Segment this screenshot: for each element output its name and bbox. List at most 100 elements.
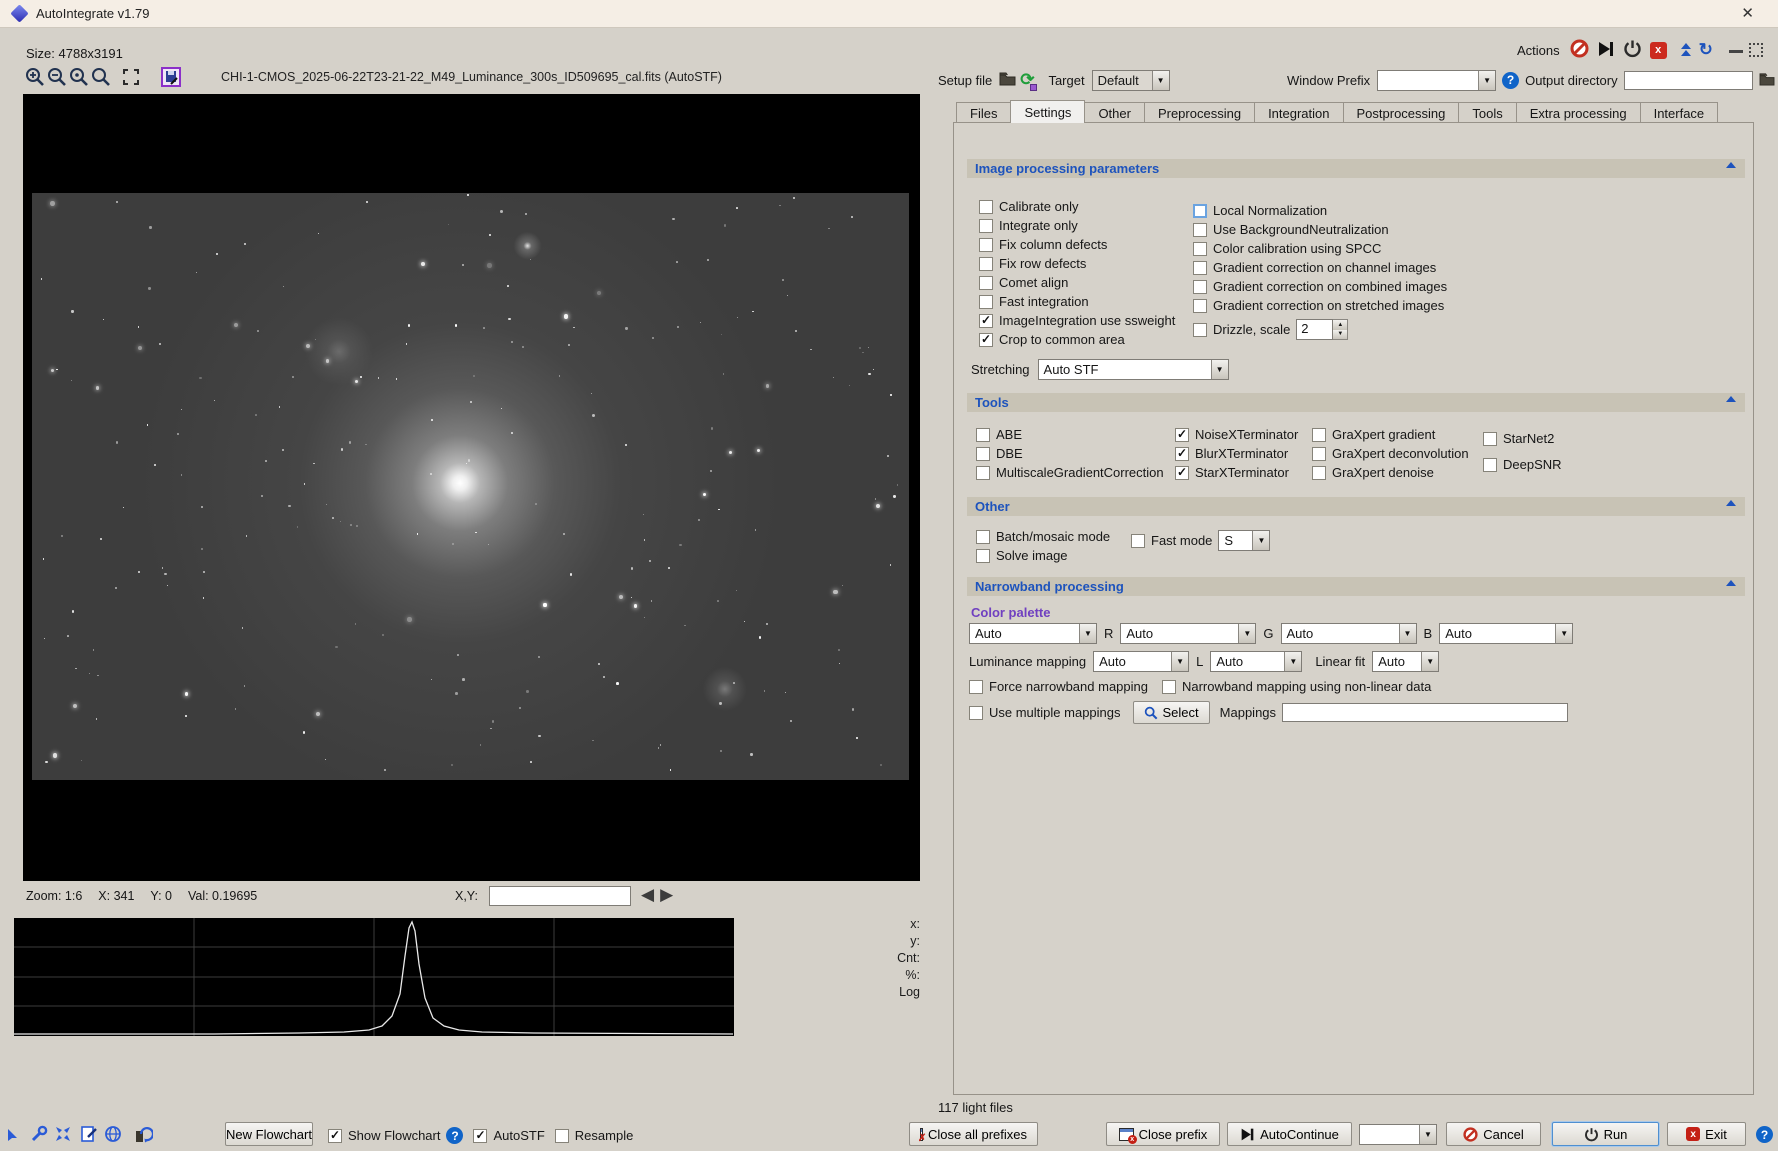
close-all-prefixes-button[interactable]: ✗ Close all prefixes	[909, 1122, 1038, 1146]
crop-to-common-area-checkbox[interactable]	[979, 332, 993, 347]
b-select[interactable]: Auto ▼	[1439, 623, 1574, 644]
drizzle-checkbox[interactable]	[1193, 322, 1207, 337]
stepper-down-icon[interactable]: ▼	[1333, 329, 1348, 339]
integrate-only-checkbox[interactable]	[979, 218, 993, 233]
calibrate-only-checkbox[interactable]	[979, 199, 993, 214]
new-flowchart-button[interactable]: New Flowchart	[225, 1122, 313, 1146]
run-button[interactable]: Run	[1552, 1122, 1659, 1146]
cursor-tool-icon[interactable]	[6, 1125, 26, 1145]
gradient-correction-on-channel-images-checkbox[interactable]	[1193, 260, 1207, 275]
tab-interface[interactable]: Interface	[1639, 102, 1719, 123]
comet-align-checkbox[interactable]	[979, 275, 993, 290]
l-mapping-select[interactable]: Auto ▼	[1210, 651, 1303, 672]
dbe-checkbox[interactable]	[976, 446, 990, 461]
window-prefix-select[interactable]: ▼	[1377, 69, 1497, 91]
batch-mosaic-mode-checkbox[interactable]	[976, 529, 990, 544]
fix-row-defects-checkbox[interactable]	[979, 256, 993, 271]
cancel-action-icon[interactable]	[1570, 39, 1589, 61]
g-select[interactable]: Auto ▼	[1280, 623, 1417, 644]
graxpert-denoise-checkbox[interactable]	[1312, 465, 1326, 480]
multiscalegradientcorrection-checkbox[interactable]	[976, 465, 990, 480]
palette-select[interactable]: Auto ▼	[969, 623, 1097, 644]
xy-input[interactable]	[489, 886, 631, 906]
autocontinue-button[interactable]: AutoContinue	[1227, 1122, 1352, 1146]
galaxy-image[interactable]	[32, 193, 909, 780]
noisexterminator-checkbox[interactable]	[1175, 427, 1189, 442]
nonlinear-mapping-checkbox[interactable]	[1161, 679, 1176, 694]
show-flowchart-checkbox[interactable]	[328, 1128, 342, 1143]
local-normalization-checkbox[interactable]	[1193, 203, 1207, 218]
help-icon[interactable]: ?	[446, 1127, 464, 1144]
gradient-correction-on-combined-images-checkbox[interactable]	[1193, 279, 1207, 294]
color-calibration-using-spcc-checkbox[interactable]	[1193, 241, 1207, 256]
tab-files[interactable]: Files	[956, 102, 1012, 123]
edit-document-icon[interactable]	[80, 1125, 100, 1145]
autostf-checkbox[interactable]	[473, 1128, 488, 1143]
maximize-button[interactable]	[1749, 43, 1763, 57]
deepsnr-checkbox[interactable]	[1483, 457, 1497, 472]
fast-integration-checkbox[interactable]	[979, 294, 993, 309]
force-narrowband-checkbox[interactable]	[969, 679, 983, 694]
mappings-input[interactable]	[1282, 703, 1569, 722]
minimize-button[interactable]	[1729, 50, 1743, 53]
luminance-mapping-select[interactable]: Auto ▼	[1093, 651, 1190, 672]
tab-other[interactable]: Other	[1084, 102, 1145, 123]
resample-checkbox[interactable]	[554, 1128, 569, 1143]
setup-file-save-icon[interactable]: ⟳	[1020, 70, 1038, 91]
collapse-section-icon[interactable]	[1726, 396, 1736, 403]
abe-checkbox[interactable]	[976, 427, 990, 442]
exit-action-icon[interactable]: x	[1649, 41, 1667, 59]
collapse-all-icon[interactable]	[1680, 43, 1691, 57]
tab-postprocessing[interactable]: Postprocessing	[1342, 102, 1460, 123]
prev-next-image-arrows[interactable]: ◀▶	[641, 885, 679, 905]
linear-fit-select[interactable]: Auto ▼	[1372, 651, 1440, 672]
stretching-select[interactable]: Auto STF ▼	[1037, 359, 1229, 380]
output-directory-browse-icon[interactable]	[1759, 72, 1775, 89]
tab-settings[interactable]: Settings	[1010, 100, 1086, 123]
output-directory-input[interactable]	[1623, 70, 1753, 90]
tab-integration[interactable]: Integration	[1254, 102, 1344, 123]
autocontinue-action-icon[interactable]	[1597, 40, 1615, 61]
blurxterminator-checkbox[interactable]	[1175, 446, 1189, 461]
target-select[interactable]: Default ▼	[1091, 69, 1170, 91]
stepper-up-icon[interactable]: ▲	[1333, 320, 1348, 330]
fix-column-defects-checkbox[interactable]	[979, 237, 993, 252]
collapse-section-icon[interactable]	[1726, 162, 1736, 169]
restore-icon[interactable]	[134, 1125, 155, 1145]
use-backgroundneutralization-checkbox[interactable]	[1193, 222, 1207, 237]
wrench-icon[interactable]	[30, 1125, 50, 1145]
drizzle-scale-stepper[interactable]: 2 ▲ ▼	[1296, 319, 1349, 340]
cancel-button[interactable]: Cancel	[1446, 1122, 1541, 1146]
r-select[interactable]: Auto ▼	[1120, 623, 1257, 644]
graxpert-deconvolution-checkbox[interactable]	[1312, 446, 1326, 461]
close-prefix-button[interactable]: x Close prefix	[1106, 1122, 1220, 1146]
imageintegration-use-ssweight-checkbox[interactable]	[979, 313, 993, 328]
select-mappings-button[interactable]: Select	[1132, 701, 1210, 724]
image-viewer[interactable]	[23, 94, 920, 881]
setup-file-open-icon[interactable]	[999, 71, 1016, 89]
fast-mode-checkbox[interactable]	[1131, 533, 1145, 548]
gradient-correction-on-stretched-images-checkbox[interactable]	[1193, 298, 1207, 313]
restore-windows-icon[interactable]: ↻	[1699, 40, 1713, 60]
use-multiple-mappings-checkbox[interactable]	[969, 705, 983, 720]
help-icon[interactable]: ?	[1502, 71, 1520, 89]
star	[71, 310, 74, 313]
graxpert-gradient-checkbox[interactable]	[1312, 427, 1326, 442]
fast-mode-select[interactable]: S ▼	[1218, 530, 1271, 551]
collapse-arrows-icon[interactable]	[54, 1125, 74, 1145]
prefix-select[interactable]: ▼	[1359, 1124, 1437, 1145]
solve-image-checkbox[interactable]	[976, 548, 990, 563]
help-icon[interactable]: ?	[1756, 1126, 1773, 1143]
tab-preprocessing[interactable]: Preprocessing	[1143, 102, 1256, 123]
power-action-icon[interactable]	[1623, 39, 1642, 61]
tab-extra-processing[interactable]: Extra processing	[1515, 102, 1641, 123]
starxterminator-checkbox[interactable]	[1175, 465, 1189, 480]
exit-button[interactable]: x Exit	[1667, 1122, 1746, 1146]
checkbox-row: GraXpert gradient	[1312, 425, 1469, 444]
collapse-section-icon[interactable]	[1726, 580, 1736, 587]
collapse-section-icon[interactable]	[1726, 500, 1736, 507]
starnet2-checkbox[interactable]	[1483, 431, 1497, 446]
window-close-icon[interactable]: ✕	[1741, 4, 1754, 22]
tab-tools[interactable]: Tools	[1458, 102, 1517, 123]
globe-icon[interactable]	[104, 1125, 124, 1145]
